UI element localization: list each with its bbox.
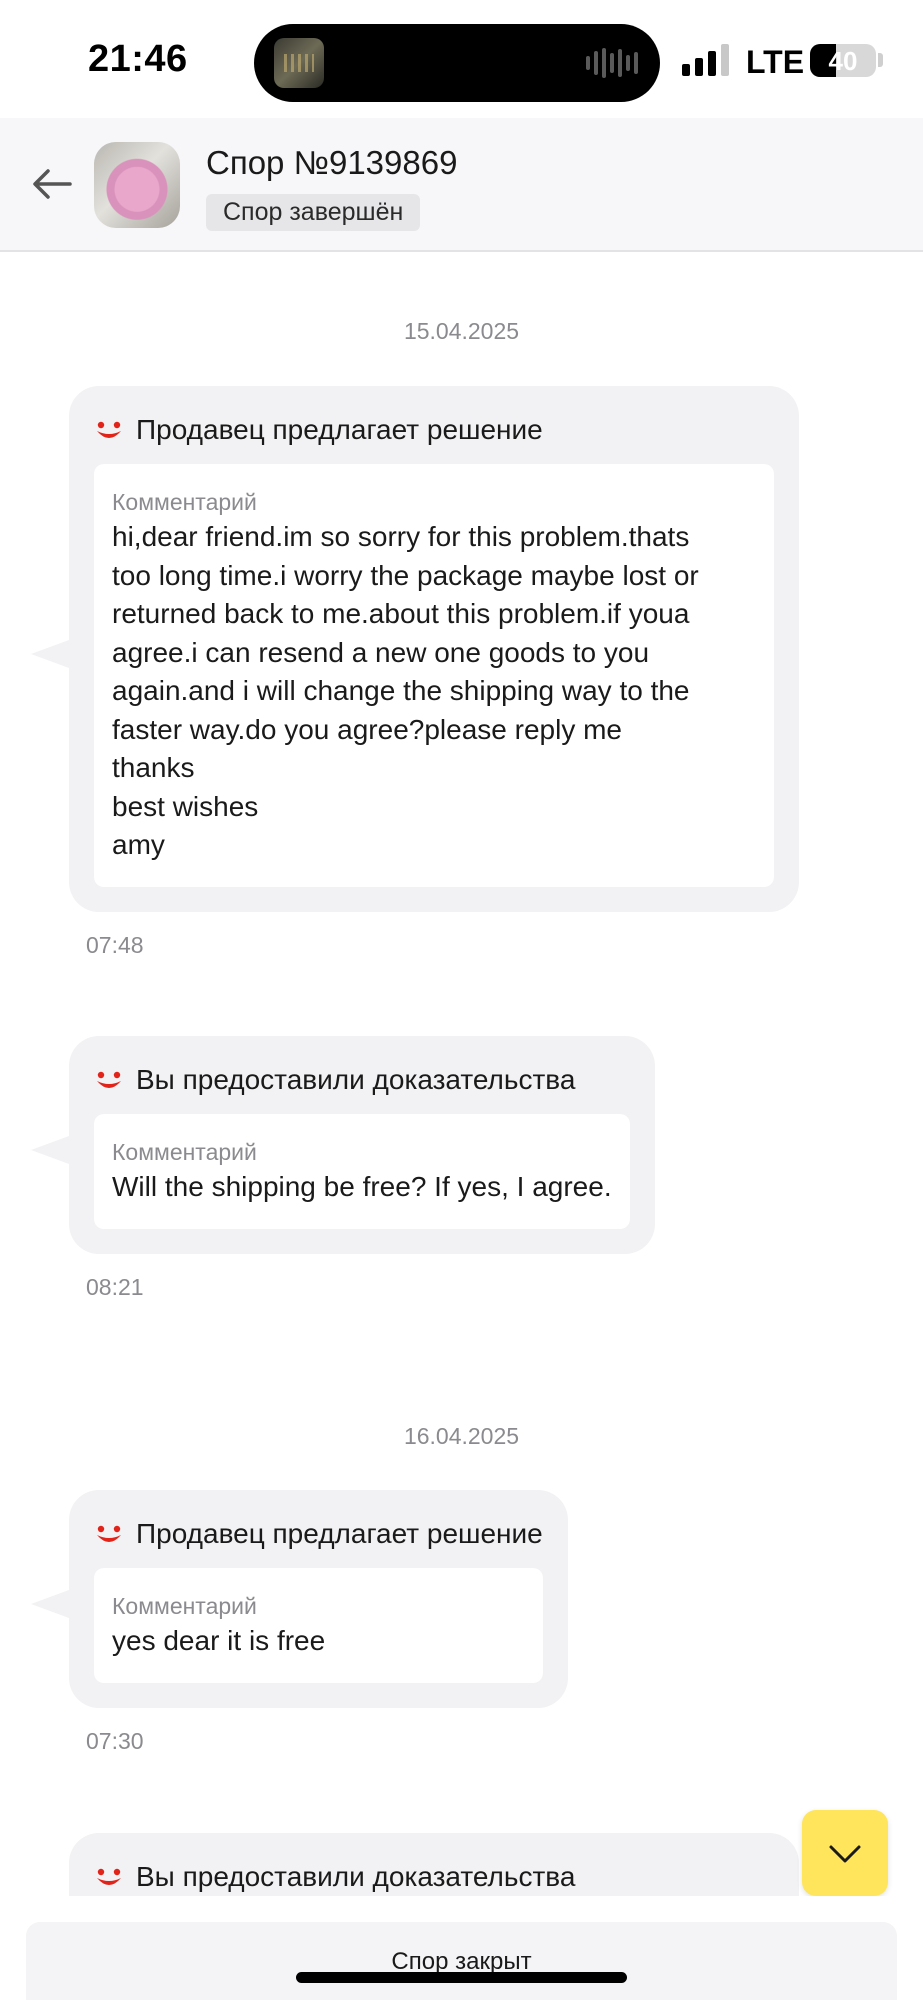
chevron-down-icon xyxy=(829,1845,861,1863)
page-title: Спор №9139869 xyxy=(206,144,458,181)
comment-text: yes dear it is free xyxy=(112,1625,326,1656)
audio-waveform-icon xyxy=(586,48,638,78)
bubble-tail xyxy=(31,1590,69,1618)
message-time: 08:21 xyxy=(86,1274,144,1300)
message-header: Вы предоставили доказательства xyxy=(94,1857,774,1897)
comment-card: Комментарий hi,dear friend.im so sorry f… xyxy=(94,464,774,887)
comment-card: Комментарий yes dear it is free xyxy=(94,1568,543,1683)
status-time: 21:46 xyxy=(88,38,188,80)
network-type: LTE xyxy=(746,44,805,80)
chat-message: Вы предоставили доказательства Комментар… xyxy=(31,1036,655,1254)
chat-message: Продавец предлагает решение Комментарий … xyxy=(31,1490,568,1708)
date-separator: 15.04.2025 xyxy=(403,318,520,344)
bubble-tail xyxy=(31,640,69,668)
battery-icon: 40 xyxy=(810,44,876,77)
dispute-closed-bar: Спор закрыт xyxy=(26,1922,897,2000)
status-bar: 21:46 LTE 40 xyxy=(0,0,923,118)
now-playing-artwork xyxy=(274,38,324,88)
bubble-tail xyxy=(31,1136,69,1164)
comment-label: Комментарий xyxy=(112,489,257,515)
home-indicator[interactable] xyxy=(296,1972,627,1983)
scroll-down-button[interactable] xyxy=(802,1810,888,1896)
message-header-text: Вы предоставили доказательства xyxy=(136,1064,576,1095)
message-header-text: Продавец предлагает решение xyxy=(136,1518,543,1549)
message-header: Продавец предлагает решение xyxy=(94,1514,543,1554)
battery-level: 40 xyxy=(828,46,858,76)
battery-tip xyxy=(878,53,883,67)
comment-label: Комментарий xyxy=(112,1139,257,1165)
status-badge: Спор завершён xyxy=(206,194,421,231)
chat-message: Продавец предлагает решение Комментарий … xyxy=(31,386,799,912)
signal-strength-icon xyxy=(682,44,729,76)
dispute-header: Спор №9139869 Спор завершён xyxy=(0,118,923,252)
arrow-left-icon[interactable] xyxy=(28,160,76,208)
comment-text: hi,dear friend.im so sorry for this prob… xyxy=(112,521,699,860)
smile-logo-icon xyxy=(97,1525,121,1542)
date-separator: 16.04.2025 xyxy=(403,1423,520,1449)
message-header: Вы предоставили доказательства xyxy=(94,1060,630,1100)
dynamic-island xyxy=(254,24,660,102)
smile-logo-icon xyxy=(97,1868,121,1885)
comment-text: Will the shipping be free? If yes, I agr… xyxy=(112,1171,612,1202)
product-thumbnail[interactable] xyxy=(94,142,180,228)
comment-label: Комментарий xyxy=(112,1593,257,1619)
message-header-text: Продавец предлагает решение xyxy=(136,414,543,445)
message-time: 07:48 xyxy=(86,932,144,958)
smile-logo-icon xyxy=(97,1071,121,1088)
message-time: 07:30 xyxy=(86,1728,144,1754)
dispute-closed-label: Спор закрыт xyxy=(391,1948,532,1975)
comment-card: Комментарий Will the shipping be free? I… xyxy=(94,1114,630,1229)
message-header-text: Вы предоставили доказательства xyxy=(136,1861,576,1892)
message-header: Продавец предлагает решение xyxy=(94,410,774,450)
smile-logo-icon xyxy=(97,421,121,438)
